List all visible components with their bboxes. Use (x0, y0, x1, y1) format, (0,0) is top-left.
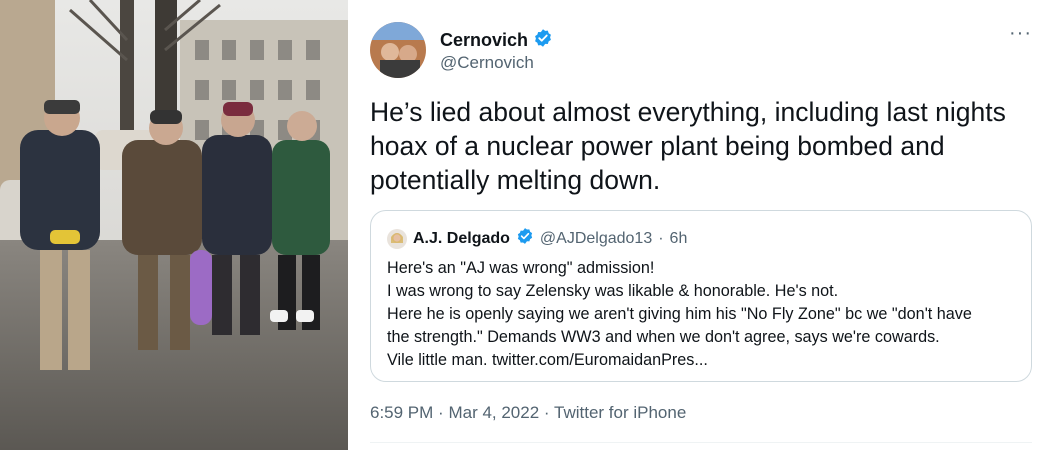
author-display-name[interactable]: Cernovich (440, 30, 528, 51)
author-name-row: Cernovich (440, 28, 553, 53)
tweet-card: Cernovich @Cernovich ··· He’s lied about… (348, 0, 1050, 450)
tweet-time[interactable]: 6:59 PM (370, 403, 433, 422)
quoted-tweet-line: I was wrong to say Zelensky was likable … (387, 282, 839, 300)
more-options-icon[interactable]: ··· (1009, 22, 1032, 45)
tweet-text: He’s lied about almost everything, inclu… (370, 97, 1006, 195)
separator-dot: · (543, 403, 550, 422)
tweet-date[interactable]: Mar 4, 2022 (448, 403, 539, 422)
tweet-client[interactable]: Twitter for iPhone (554, 403, 686, 422)
soldiers-street-photo (0, 0, 348, 450)
verified-badge-icon (516, 227, 534, 250)
author-avatar[interactable] (370, 22, 426, 78)
divider (370, 442, 1032, 443)
quoted-tweet-header: A.J. Delgado @AJDelgado13 · 6h (387, 227, 687, 250)
verified-badge-icon (533, 28, 553, 53)
quoted-author-handle[interactable]: @AJDelgado13 (540, 230, 652, 248)
tweet-metadata: 6:59 PM · Mar 4, 2022 · Twitter for iPho… (370, 403, 686, 423)
soldiers-photo[interactable] (0, 0, 348, 450)
quoted-tweet-line: Here's an "AJ was wrong" admission! (387, 259, 655, 277)
separator-dot: · (438, 403, 444, 422)
quoted-tweet-time[interactable]: 6h (670, 230, 688, 248)
separator-dot: · (658, 229, 664, 247)
quoted-tweet-line: Here he is openly saying we aren't givin… (387, 305, 972, 323)
quoted-tweet-line: Vile little man. twitter.com/EuromaidanP… (387, 351, 708, 369)
quoted-tweet-line: the strength." Demands WW3 and when we d… (387, 328, 940, 346)
quoted-author-avatar[interactable] (387, 228, 407, 249)
quoted-author-name[interactable]: A.J. Delgado (413, 230, 510, 248)
quoted-tweet-text: Here's an "AJ was wrong" admission! I wa… (387, 257, 1027, 372)
quoted-tweet[interactable]: A.J. Delgado @AJDelgado13 · 6h Here's an… (370, 210, 1032, 382)
author-handle[interactable]: @Cernovich (440, 53, 534, 73)
author-avatar-image (370, 22, 426, 78)
